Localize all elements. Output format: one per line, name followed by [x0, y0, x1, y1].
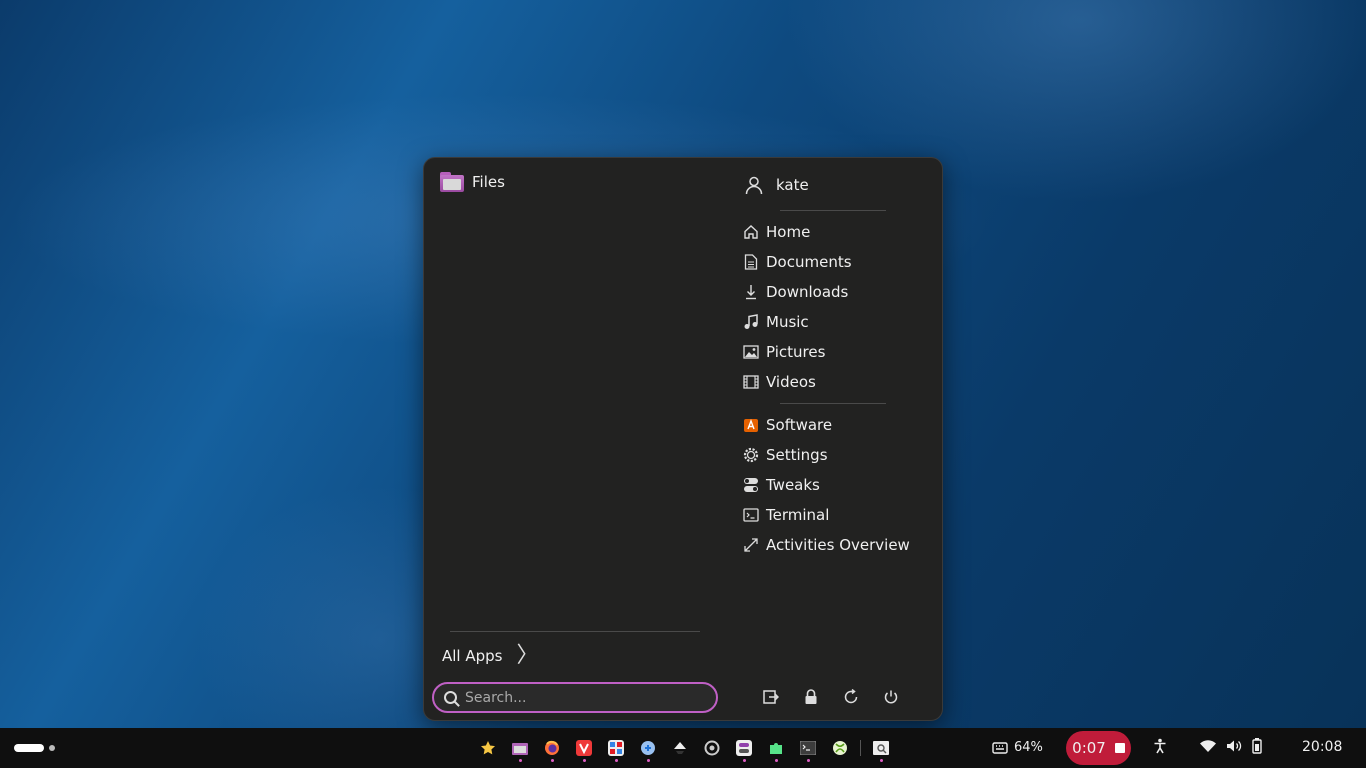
screenshot-icon[interactable]	[869, 737, 893, 762]
app-activities-overview[interactable]: Activities Overview	[742, 530, 932, 560]
stop-icon	[1114, 743, 1125, 753]
battery-icon	[1252, 738, 1262, 754]
place-label: Pictures	[766, 343, 826, 361]
search-box[interactable]	[432, 682, 718, 713]
disk-usage-icon[interactable]	[700, 737, 724, 759]
user-item[interactable]: kate	[744, 172, 932, 198]
app-terminal[interactable]: Terminal	[742, 500, 932, 530]
session-buttons	[762, 687, 900, 707]
workspace-active-indicator	[14, 744, 44, 752]
pinned-item-files[interactable]: Files	[440, 172, 505, 192]
taskbar: 64% 0:07 20:08	[0, 728, 1366, 768]
logout-icon[interactable]	[762, 687, 780, 707]
favorites-star-icon[interactable]	[476, 737, 500, 759]
app-settings[interactable]: Settings	[742, 440, 932, 470]
chevron-right-icon: 〉	[516, 643, 539, 668]
accessibility-icon[interactable]	[1153, 738, 1167, 754]
pinned-item-label: Files	[472, 173, 505, 191]
download-icon	[742, 283, 760, 301]
restart-icon[interactable]	[842, 687, 860, 707]
inkscape-icon[interactable]	[668, 737, 692, 759]
recording-time: 0:07	[1072, 739, 1106, 757]
clock[interactable]: 20:08	[1302, 739, 1342, 755]
place-documents[interactable]: Documents	[742, 247, 932, 277]
place-pictures[interactable]: Pictures	[742, 337, 932, 367]
place-label: Music	[766, 313, 809, 331]
system-tray[interactable]	[1200, 738, 1262, 754]
music-icon	[742, 313, 760, 331]
place-downloads[interactable]: Downloads	[742, 277, 932, 307]
expand-icon	[742, 536, 760, 554]
search-icon	[444, 691, 457, 704]
screen-recording-button[interactable]: 0:07	[1066, 731, 1131, 765]
app-label: Tweaks	[766, 476, 820, 494]
extensions-icon[interactable]	[764, 737, 788, 762]
xbox-icon[interactable]	[828, 737, 852, 759]
folder-icon	[440, 172, 464, 192]
picture-icon	[742, 343, 760, 361]
lock-icon[interactable]	[802, 687, 820, 707]
place-label: Home	[766, 223, 811, 241]
place-label: Videos	[766, 373, 816, 391]
place-home[interactable]: Home	[742, 217, 932, 247]
user-icon	[744, 175, 764, 195]
dock	[476, 737, 893, 762]
vivaldi-icon[interactable]	[572, 737, 596, 762]
app-label: Activities Overview	[766, 536, 910, 554]
place-label: Downloads	[766, 283, 849, 301]
power-icon[interactable]	[882, 687, 900, 707]
software-icon	[742, 416, 760, 434]
flatseal-icon[interactable]	[604, 737, 628, 762]
home-icon	[742, 223, 760, 241]
files-icon[interactable]	[508, 737, 532, 762]
volume-icon	[1226, 739, 1242, 753]
terminal-icon	[742, 506, 760, 524]
battery-percent: 64%	[1014, 740, 1043, 755]
app-label: Software	[766, 416, 833, 434]
divider	[780, 210, 886, 211]
place-music[interactable]: Music	[742, 307, 932, 337]
all-apps-button[interactable]: All Apps 〉	[442, 645, 539, 667]
wifi-icon	[1200, 739, 1216, 753]
divider	[780, 403, 886, 404]
app-tweaks[interactable]: Tweaks	[742, 470, 932, 500]
places-column: kate Home Documents Downloads Music Pict…	[742, 172, 932, 560]
app-menu: Files All Apps 〉 kate	[423, 157, 943, 721]
app-software[interactable]: Software	[742, 410, 932, 440]
place-label: Documents	[766, 253, 852, 271]
place-videos[interactable]: Videos	[742, 367, 932, 397]
keyboard-battery-icon	[992, 741, 1008, 754]
battery-indicator[interactable]: 64%	[992, 740, 1043, 755]
video-icon	[742, 373, 760, 391]
document-icon	[742, 253, 760, 271]
activities-indicator[interactable]	[14, 744, 55, 752]
search-input[interactable]	[465, 689, 695, 706]
extension-manager-icon[interactable]	[636, 737, 660, 762]
firefox-icon[interactable]	[540, 737, 564, 762]
user-name: kate	[776, 176, 809, 194]
all-apps-label: All Apps	[442, 647, 503, 665]
toggle-icon	[742, 476, 760, 494]
terminal-app-icon[interactable]	[796, 737, 820, 762]
workspace-indicator	[49, 745, 55, 751]
left-divider	[450, 631, 700, 632]
app-label: Terminal	[766, 506, 830, 524]
app-label: Settings	[766, 446, 828, 464]
gear-icon	[742, 446, 760, 464]
dock-separator	[860, 740, 861, 756]
tweaks-app-icon[interactable]	[732, 737, 756, 762]
